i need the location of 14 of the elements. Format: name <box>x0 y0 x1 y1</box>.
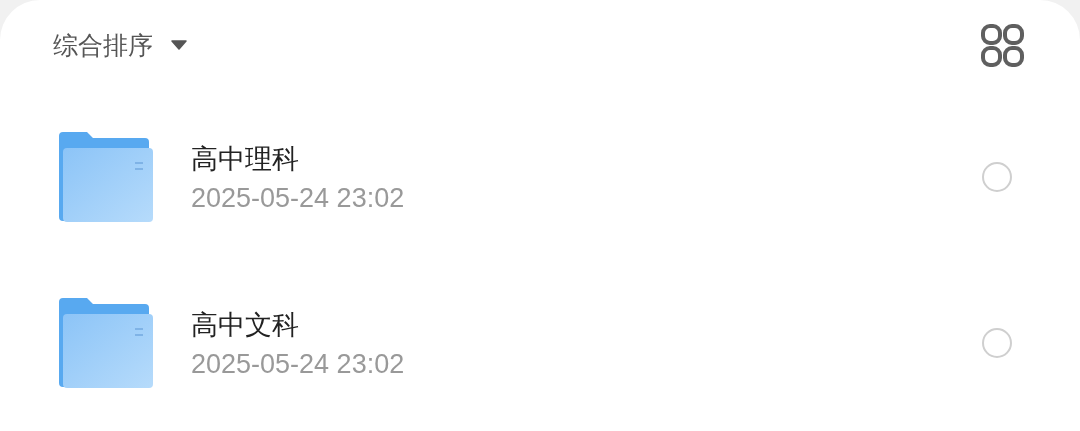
folder-icon <box>57 132 153 222</box>
folder-row[interactable]: 高中文科 2025-05-24 23:02 <box>0 260 1080 426</box>
grid-view-button[interactable] <box>981 23 1024 67</box>
select-radio[interactable] <box>982 328 1012 358</box>
grid-view-icon <box>981 23 1024 67</box>
modified-date: 2025-05-24 23:02 <box>191 348 406 380</box>
select-radio[interactable] <box>982 162 1012 192</box>
modified-date: 2025-05-24 23:02 <box>191 182 406 214</box>
sort-dropdown[interactable]: 综合排序 <box>53 28 187 62</box>
folder-name: 高中文科 <box>191 307 300 342</box>
folder-icon <box>57 298 153 388</box>
caret-icon <box>171 40 187 50</box>
folder-row[interactable]: 高中理科 2025-05-24 23:02 <box>0 94 1080 260</box>
folder-name: 高中理科 <box>191 141 300 176</box>
